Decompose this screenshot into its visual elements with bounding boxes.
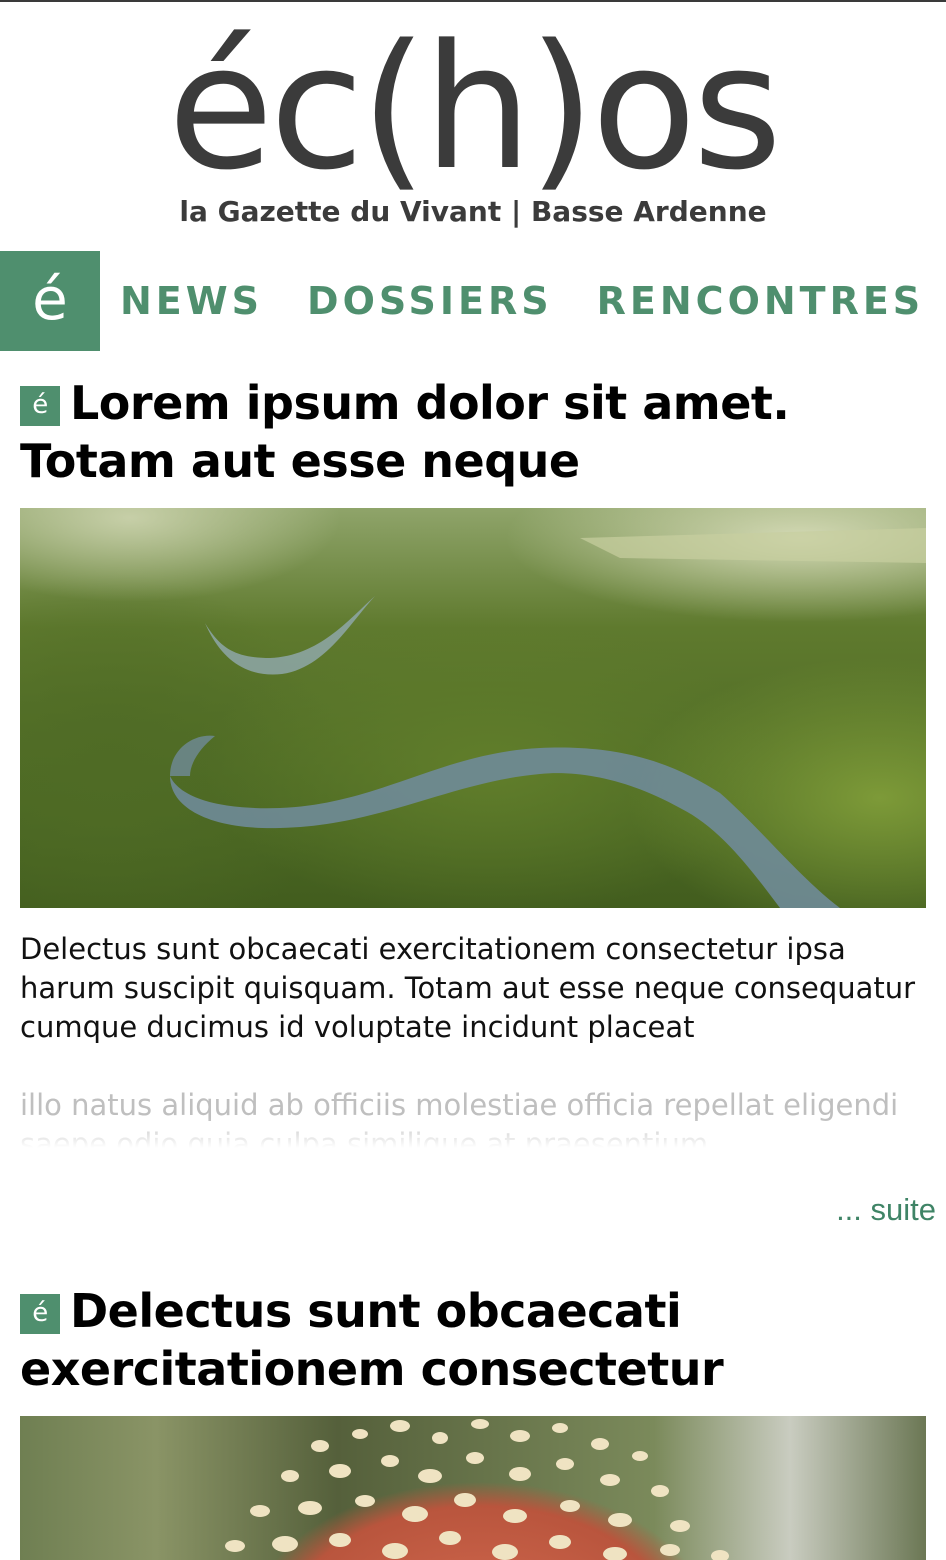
river-illustration (170, 528, 926, 908)
mushroom-image[interactable] (20, 1416, 926, 1560)
landscape-river-image[interactable] (20, 508, 926, 908)
article-card: é Lorem ipsum dolor sit amet. Totam aut e… (20, 374, 926, 1148)
main-nav: é NEWS DOSSIERS RENCONTRES (0, 251, 946, 351)
masthead: éc(h)os (0, 18, 946, 198)
page: éc(h)os la Gazette du Vivant | Basse Ard… (0, 0, 946, 1560)
nav-item-rencontres[interactable]: RENCONTRES (597, 279, 925, 323)
nav-item-dossiers[interactable]: DOSSIERS (307, 279, 553, 323)
article-title[interactable]: é Lorem ipsum dolor sit amet. Totam aut e… (20, 374, 926, 490)
nav-links: NEWS DOSSIERS RENCONTRES (120, 279, 924, 323)
site-tagline: la Gazette du Vivant | Basse Ardenne (179, 195, 767, 228)
article-badge-icon: é (20, 386, 60, 426)
site-logo[interactable]: éc(h)os (0, 18, 946, 198)
article-faded-text: illo natus aliquid ab officiis molestiae… (20, 1088, 899, 1148)
nav-item-news[interactable]: NEWS (120, 279, 263, 323)
article-excerpt-text: Delectus sunt obcaecati exercitationem c… (20, 932, 916, 1044)
article-title-text[interactable]: Delectus sunt obcaecati exercitationem c… (20, 1284, 724, 1396)
article-title-text[interactable]: Lorem ipsum dolor sit amet. Totam aut es… (20, 376, 790, 488)
article-badge-icon: é (20, 1294, 60, 1334)
home-logo-icon[interactable]: é (0, 251, 100, 351)
mushroom-spots-illustration (225, 1419, 729, 1560)
article-faded-excerpt: illo natus aliquid ab officiis molestiae… (20, 1086, 926, 1148)
article-excerpt: Delectus sunt obcaecati exercitationem c… (20, 930, 926, 1047)
article-card: é Delectus sunt obcaecati exercitationem … (20, 1282, 926, 1560)
article-title[interactable]: é Delectus sunt obcaecati exercitationem … (20, 1282, 926, 1398)
read-more-link[interactable]: ... suite (836, 1192, 936, 1228)
